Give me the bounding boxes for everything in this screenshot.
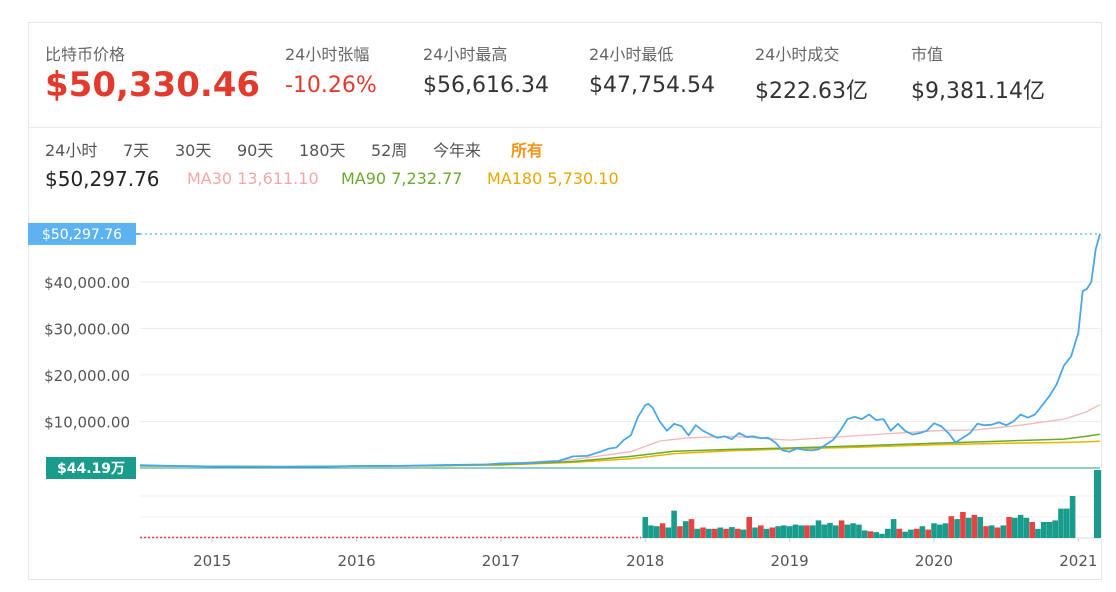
volume-bar <box>1052 520 1058 538</box>
volume-bar <box>642 517 649 538</box>
volume-bar <box>1000 525 1007 538</box>
x-tick-label: 2020 <box>915 552 953 570</box>
volume-bar <box>885 528 891 538</box>
x-tick-label: 2016 <box>337 552 375 570</box>
x-tick-label: 2021 <box>1059 552 1097 570</box>
volume-bar <box>671 510 677 538</box>
volume-bar <box>792 524 799 538</box>
volume-bar <box>659 523 666 538</box>
volume-bar <box>890 519 897 538</box>
volume-bar <box>654 526 660 538</box>
volume-bar <box>694 528 700 538</box>
volume-bar <box>804 525 810 538</box>
volume-bar <box>1023 517 1030 538</box>
volume-bar <box>717 527 724 538</box>
volume-bar <box>1094 470 1101 538</box>
volume-bar <box>948 516 955 538</box>
volume-bar <box>821 524 828 538</box>
volume-bar <box>931 523 937 538</box>
volume-bar <box>798 525 804 538</box>
volume-bar <box>1040 522 1047 538</box>
x-tick-label: 2018 <box>626 552 664 570</box>
volume-bar <box>729 527 735 538</box>
volume-bar <box>1029 522 1035 538</box>
volume-bar <box>775 526 781 538</box>
volume-bar <box>850 523 856 538</box>
volume-bar <box>1064 508 1070 538</box>
x-tick-label: 2017 <box>482 552 520 570</box>
volume-bar <box>902 531 908 538</box>
current-price-tag-text: $50,297.76 <box>42 227 122 243</box>
volume-bar <box>861 530 868 538</box>
volume-bar <box>867 531 874 538</box>
series-line-ma90 <box>139 433 1101 468</box>
volume-bar <box>925 529 931 538</box>
volume-bar <box>815 520 822 538</box>
price-chart: $10,000.00 $20,000.00 $30,000.00 $40,000.00… <box>28 222 1101 570</box>
y-tick-label: $20,000.00 <box>44 367 130 385</box>
volume-bar <box>1035 528 1041 538</box>
volume-bar <box>682 521 689 538</box>
volume-bar <box>740 529 747 538</box>
series-line-ma180 <box>139 440 1101 468</box>
volume-bar <box>688 519 695 538</box>
volume-bar <box>879 533 885 538</box>
volume-bar <box>677 526 683 538</box>
volume-bar <box>711 528 718 538</box>
y-tick-label: $10,000.00 <box>44 413 130 431</box>
x-tick-label: 2015 <box>193 552 231 570</box>
series-line-price <box>139 233 1101 468</box>
volume-bar <box>781 525 787 538</box>
y-tick-label: $30,000.00 <box>44 320 130 338</box>
volume-bar <box>827 522 833 538</box>
volume-bar <box>988 525 995 538</box>
volume-tag-text: $44.19万 <box>57 461 125 477</box>
volume-bar <box>1058 508 1064 538</box>
volume-bar <box>752 527 758 538</box>
volume-bar <box>746 517 752 538</box>
volume-bar <box>648 525 654 538</box>
volume-bar <box>954 519 960 538</box>
volume-bar <box>1046 522 1053 538</box>
volume-bar <box>942 523 949 538</box>
volume-bar <box>763 528 770 538</box>
volume-bar <box>786 526 793 538</box>
volume-bar <box>758 525 764 538</box>
volume-bar <box>983 526 989 538</box>
volume-bar <box>994 527 1001 538</box>
volume-bar <box>844 524 851 538</box>
volume-bar <box>977 517 983 538</box>
volume-bar <box>960 512 966 538</box>
volume-bar <box>971 514 978 538</box>
volume-bar <box>856 524 862 538</box>
volume-bar <box>700 527 706 538</box>
volume-bar <box>896 528 903 538</box>
volume-bar <box>706 528 712 538</box>
volume-bar <box>838 520 845 538</box>
x-tick-label: 2019 <box>771 552 809 570</box>
volume-bar <box>919 526 926 538</box>
volume-bar <box>723 528 729 538</box>
volume-bar <box>908 529 914 538</box>
volume-bar <box>833 525 839 538</box>
volume-bar <box>965 517 972 538</box>
volume-bar <box>873 532 879 538</box>
volume-bar <box>913 528 920 538</box>
volume-bar <box>769 527 776 538</box>
volume-bar <box>1012 517 1018 538</box>
volume-bar <box>1006 517 1012 538</box>
volume-bar <box>937 524 943 538</box>
volume-bar <box>1017 514 1024 538</box>
volume-bar <box>1069 496 1076 538</box>
volume-bar <box>809 525 816 538</box>
y-tick-label: $40,000.00 <box>44 274 130 292</box>
volume-bar <box>734 528 741 538</box>
volume-bar <box>665 527 672 538</box>
